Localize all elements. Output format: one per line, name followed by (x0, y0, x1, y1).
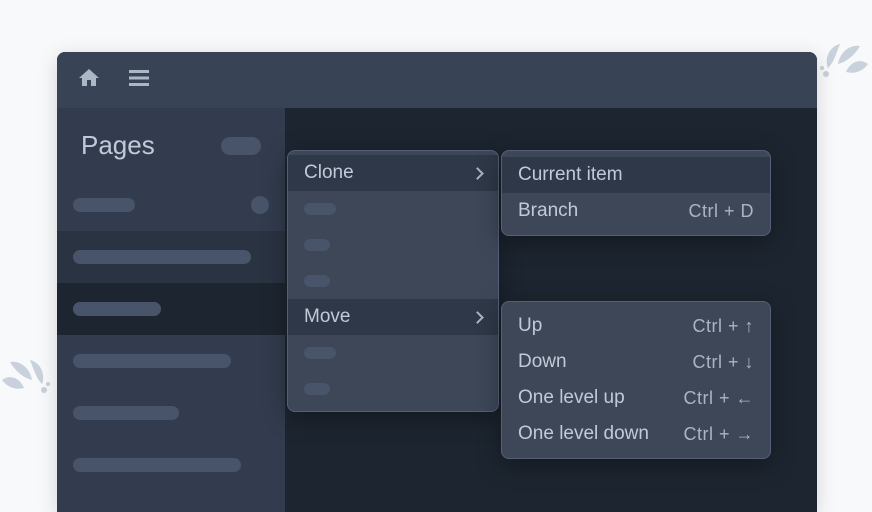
sidebar-title: Pages (81, 130, 155, 161)
menu-item-placeholder[interactable] (288, 263, 498, 299)
chevron-right-icon (471, 167, 484, 180)
sidebar-item[interactable] (57, 439, 285, 491)
sidebar-item-label (73, 250, 251, 264)
sidebar-item[interactable] (57, 335, 285, 387)
submenu-item-label: Current item (518, 164, 623, 186)
decoration-leaf-icon (812, 24, 872, 88)
context-menu: Clone Move (287, 150, 499, 412)
sidebar-item-indicator (251, 196, 269, 214)
chevron-right-icon (471, 311, 484, 324)
menu-item[interactable]: Move (288, 299, 498, 335)
menu-item-label: Move (304, 306, 350, 328)
sidebar-list (57, 179, 285, 491)
submenu-item-label: One level down (518, 423, 649, 445)
sidebar-item-label (73, 406, 179, 420)
menu-item-label (304, 383, 330, 395)
sidebar-item-label (73, 458, 241, 472)
menu-item-placeholder[interactable] (288, 371, 498, 407)
sidebar-item[interactable] (57, 231, 285, 283)
move-submenu: Up Ctrl + ↑ Down Ctrl + ↓ One level up Ctrl +… (501, 301, 771, 459)
menu-item-placeholder[interactable] (288, 227, 498, 263)
sidebar-item[interactable] (57, 387, 285, 439)
decoration-leaf-icon (0, 340, 58, 404)
submenu-item-label: Up (518, 315, 542, 337)
app-header (57, 52, 817, 108)
sidebar-item[interactable] (57, 283, 285, 335)
sidebar-header: Pages (57, 130, 285, 179)
sidebar-badge (221, 137, 261, 155)
sidebar: Pages (57, 108, 285, 512)
menu-item-label: Clone (304, 162, 354, 184)
submenu-item[interactable]: One level up Ctrl + ← (502, 380, 770, 416)
home-icon[interactable] (77, 66, 101, 95)
app-window: Pages Clone Move Current item Branch Ctrl +… (57, 52, 817, 512)
submenu-item[interactable]: One level down Ctrl + → (502, 416, 770, 452)
main-area: Clone Move Current item Branch Ctrl + D Up C… (285, 108, 817, 512)
menu-item-label (304, 347, 336, 359)
submenu-item[interactable]: Current item (502, 157, 770, 193)
submenu-item[interactable]: Down Ctrl + ↓ (502, 344, 770, 380)
clone-submenu: Current item Branch Ctrl + D (501, 150, 771, 236)
menu-item-placeholder[interactable] (288, 191, 498, 227)
submenu-item-label: Branch (518, 200, 578, 222)
menu-item-label (304, 203, 336, 215)
keyboard-shortcut: Ctrl + ↑ (692, 316, 754, 337)
submenu-item-label: Down (518, 351, 567, 373)
sidebar-item[interactable] (57, 179, 285, 231)
menu-item[interactable]: Clone (288, 155, 498, 191)
keyboard-shortcut: Ctrl + → (683, 424, 754, 445)
submenu-item[interactable]: Branch Ctrl + D (502, 193, 770, 229)
submenu-item-label: One level up (518, 387, 625, 409)
keyboard-shortcut: Ctrl + ↓ (692, 352, 754, 373)
sidebar-item-label (73, 198, 135, 212)
menu-item-placeholder[interactable] (288, 335, 498, 371)
keyboard-shortcut: Ctrl + ← (683, 388, 754, 409)
submenu-item[interactable]: Up Ctrl + ↑ (502, 308, 770, 344)
menu-item-label (304, 239, 330, 251)
menu-item-label (304, 275, 330, 287)
sidebar-item-label (73, 302, 161, 316)
keyboard-shortcut: Ctrl + D (688, 201, 754, 222)
menu-icon[interactable] (127, 66, 151, 95)
sidebar-item-label (73, 354, 231, 368)
